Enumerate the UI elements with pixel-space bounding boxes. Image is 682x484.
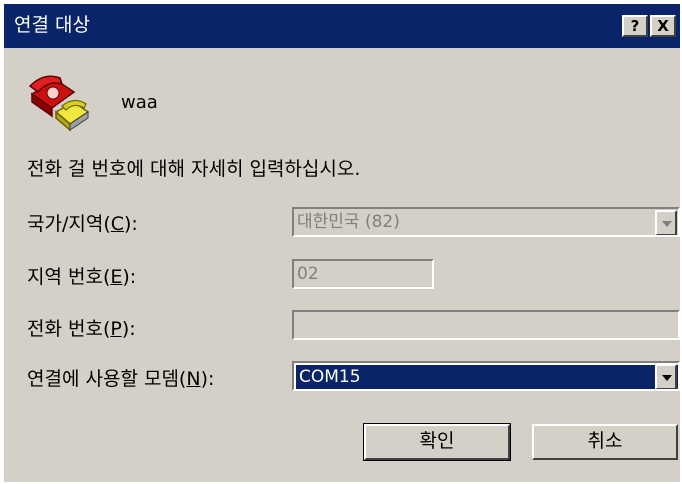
area-code-field: 02 [292, 259, 434, 289]
chevron-down-icon[interactable] [655, 364, 677, 389]
instruction-text: 전화 걸 번호에 대해 자세히 입력하십시오. [27, 158, 361, 180]
title-bar[interactable]: 연결 대상 ? X [4, 4, 680, 48]
country-label: 국가/지역(C): [27, 213, 138, 235]
modem-combo[interactable]: COM15 [292, 361, 680, 391]
connect-to-dialog: 연결 대상 ? X waa 전화 걸 번호에 대해 자세히 입력하십시오. 국가… [2, 2, 680, 482]
modem-value: COM15 [296, 365, 678, 389]
cancel-button[interactable]: 취소 [532, 424, 678, 460]
country-value: 대한민국 (82) [297, 212, 400, 232]
chevron-down-icon [655, 210, 677, 235]
country-combo: 대한민국 (82) [292, 207, 680, 237]
phone-number-field [292, 310, 680, 340]
dialog-title: 연결 대상 [14, 14, 90, 36]
phone-number-label: 전화 번호(P): [27, 318, 136, 340]
area-code-value: 02 [297, 264, 319, 284]
modem-label: 연결에 사용할 모뎀(N): [27, 368, 215, 390]
area-code-label: 지역 번호(E): [27, 266, 137, 288]
telephone-icon [28, 75, 90, 132]
close-button[interactable]: X [650, 15, 676, 37]
help-button[interactable]: ? [622, 15, 648, 37]
connection-name: waa [121, 92, 158, 113]
ok-button[interactable]: 확인 [363, 423, 511, 461]
